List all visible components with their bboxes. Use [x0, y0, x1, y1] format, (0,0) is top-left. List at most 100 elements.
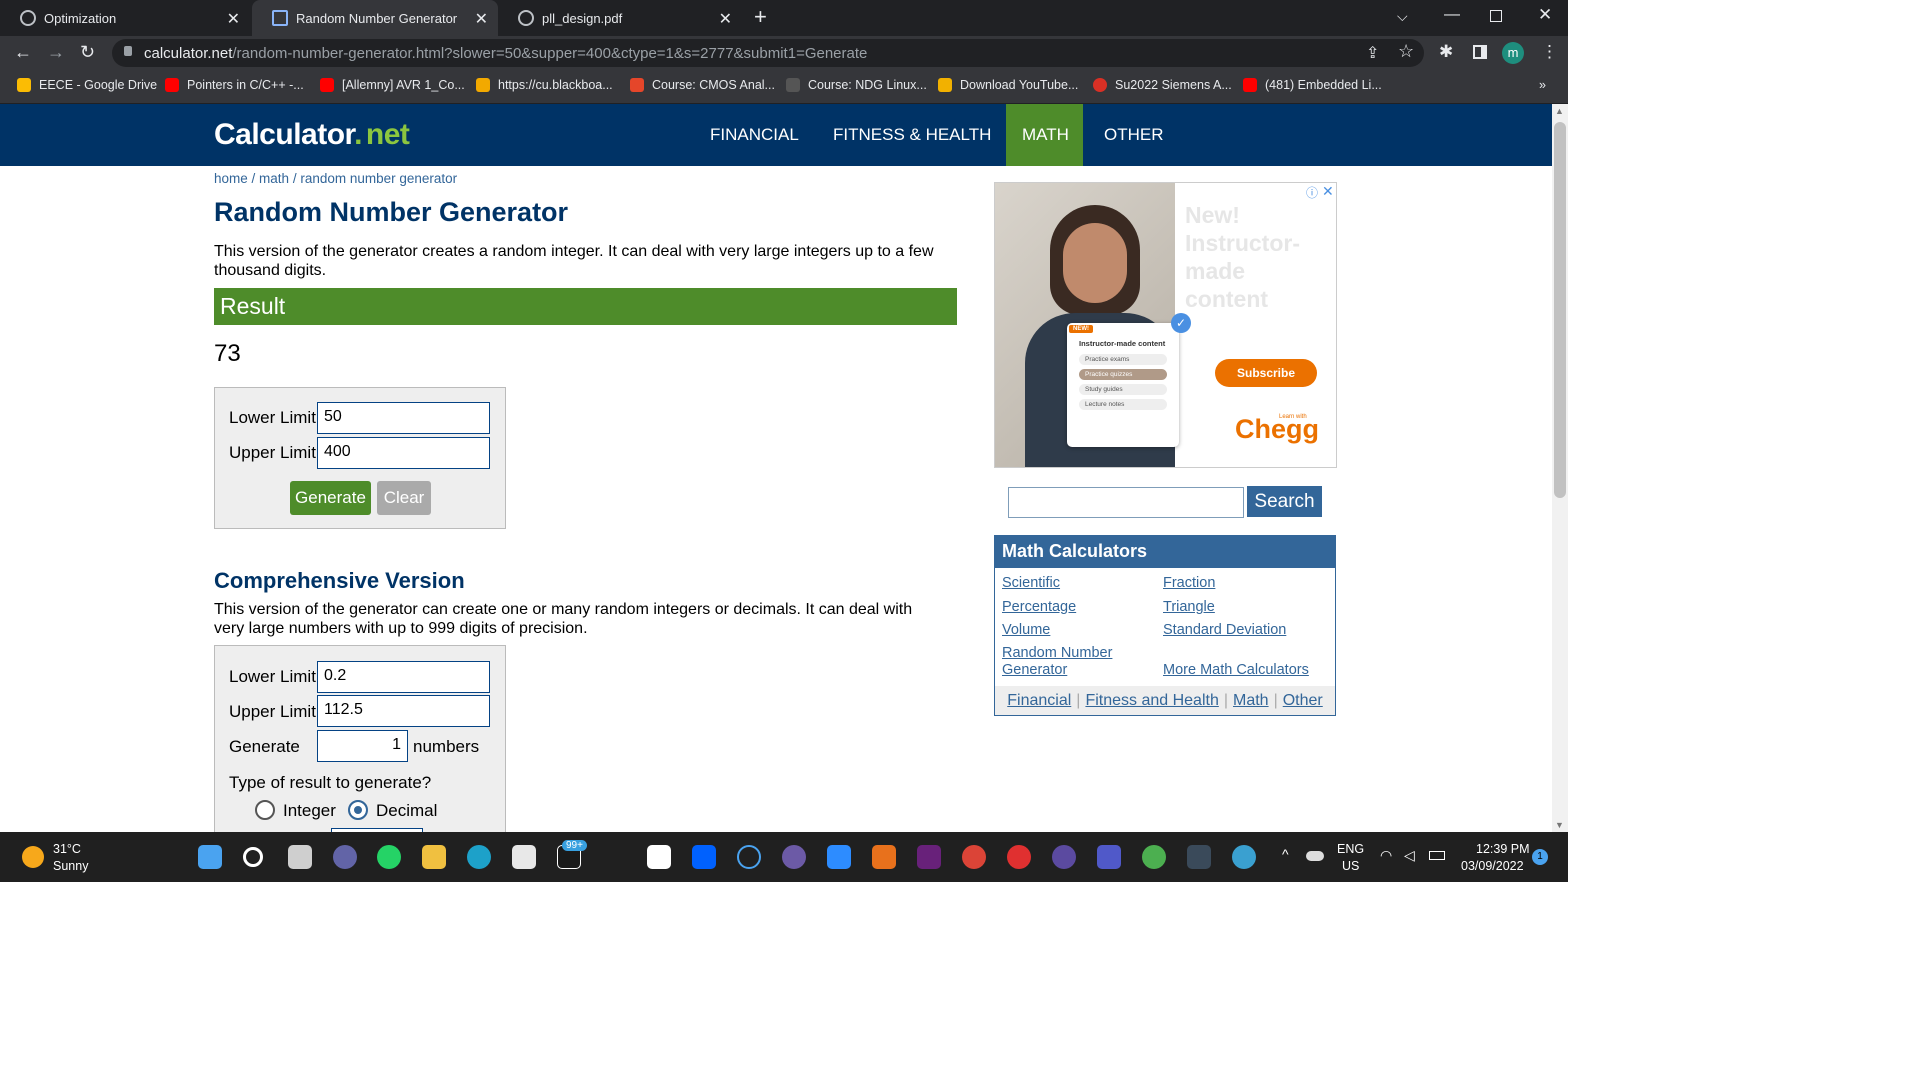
app-icon[interactable]	[782, 845, 806, 869]
ad-close-icon[interactable]: ✕	[1322, 183, 1334, 200]
app-icon[interactable]	[1187, 845, 1211, 869]
new-tab-button[interactable]: +	[754, 4, 767, 30]
scrollbar-thumb[interactable]	[1554, 122, 1566, 498]
close-icon[interactable]: ✕	[227, 9, 240, 29]
chat-icon[interactable]	[333, 845, 357, 869]
infinity-icon[interactable]	[737, 845, 761, 869]
app-icon[interactable]	[1232, 845, 1256, 869]
region[interactable]: US	[1342, 859, 1359, 873]
sun-icon[interactable]	[22, 846, 44, 868]
ad-info-icon[interactable]: ⓘ	[1306, 184, 1318, 201]
link-volume[interactable]: Volume	[1002, 622, 1050, 639]
bookmark-item[interactable]: (481) Embedded Li...	[1243, 78, 1382, 92]
app-icon[interactable]	[1007, 845, 1031, 869]
bookmark-item[interactable]: [Allemny] AVR 1_Co...	[320, 78, 465, 92]
language[interactable]: ENG	[1337, 842, 1364, 856]
store-icon[interactable]	[512, 845, 536, 869]
share-icon[interactable]: ⇪	[1366, 43, 1379, 63]
comp-lower-limit-input[interactable]: 0.2	[317, 661, 490, 693]
link-more-math[interactable]: More Math Calculators	[1163, 662, 1309, 679]
zoom-icon[interactable]	[827, 845, 851, 869]
scroll-up-icon[interactable]: ▲	[1555, 106, 1564, 116]
close-icon[interactable]: ✕	[475, 9, 488, 29]
volume-icon[interactable]: ◁	[1404, 847, 1415, 864]
window-close-icon[interactable]: ✕	[1538, 5, 1552, 25]
integer-radio[interactable]	[255, 800, 275, 820]
bookmark-star-icon[interactable]: ☆	[1398, 41, 1414, 62]
dropbox-icon[interactable]	[692, 845, 716, 869]
tab-pll-design[interactable]: pll_design.pdf ✕	[498, 0, 742, 36]
side-panel-icon[interactable]	[1473, 45, 1487, 59]
link-standard-deviation[interactable]: Standard Deviation	[1163, 622, 1286, 639]
link-percentage[interactable]: Percentage	[1002, 599, 1076, 616]
comp-upper-limit-input[interactable]: 112.5	[317, 695, 490, 727]
bookmark-item[interactable]: Su2022 Siemens A...	[1093, 78, 1232, 92]
matlab-icon[interactable]	[872, 845, 896, 869]
whatsapp-icon[interactable]	[377, 845, 401, 869]
close-icon[interactable]: ✕	[719, 9, 732, 29]
footer-link-financial[interactable]: Financial	[1007, 692, 1071, 710]
link-fraction[interactable]: Fraction	[1163, 575, 1215, 592]
chrome-icon[interactable]	[962, 845, 986, 869]
battery-icon[interactable]	[1429, 851, 1445, 860]
lower-limit-input[interactable]: 50	[317, 402, 490, 434]
link-triangle[interactable]: Triangle	[1163, 599, 1215, 616]
bookmark-item[interactable]: Download YouTube...	[938, 78, 1078, 92]
forward-icon[interactable]: →	[47, 42, 65, 63]
count-input[interactable]: 1	[317, 730, 408, 762]
app-icon[interactable]	[1052, 845, 1076, 869]
address-bar[interactable]: calculator.net/random-number-generator.h…	[112, 39, 1424, 67]
minimize-icon[interactable]: —	[1444, 6, 1460, 24]
weather-text[interactable]: Sunny	[53, 859, 88, 873]
lock-icon[interactable]	[124, 46, 132, 56]
restore-icon[interactable]	[1490, 10, 1502, 22]
clear-button[interactable]: Clear	[377, 481, 431, 515]
search-button[interactable]: Search	[1247, 486, 1322, 517]
ad-banner[interactable]: New! Instructor- made content Instructor…	[994, 182, 1337, 468]
weather-temp[interactable]: 31°C	[53, 842, 81, 856]
menu-icon[interactable]: ⋮	[1541, 42, 1558, 62]
more-bookmarks-button[interactable]: »	[1539, 78, 1546, 92]
chrome-profile-icon[interactable]	[1142, 845, 1166, 869]
tab-search-icon[interactable]: ⌵	[1397, 8, 1408, 25]
clock-date[interactable]: 03/09/2022	[1461, 859, 1524, 873]
bookmark-item[interactable]: https://cu.blackboa...	[476, 78, 613, 92]
amazon-icon[interactable]	[647, 845, 671, 869]
visual-studio-icon[interactable]	[917, 845, 941, 869]
task-view-icon[interactable]	[288, 845, 312, 869]
footer-link-math[interactable]: Math	[1233, 692, 1269, 710]
nav-math[interactable]: MATH	[1006, 104, 1083, 166]
tray-chevron-icon[interactable]: ^	[1282, 846, 1289, 862]
bookmark-item[interactable]: EECE - Google Drive	[17, 78, 157, 92]
breadcrumb-home[interactable]: home	[214, 171, 248, 186]
edge-icon[interactable]	[467, 845, 491, 869]
footer-link-fitness[interactable]: Fitness and Health	[1085, 692, 1218, 710]
ad-subscribe-button[interactable]: Subscribe	[1215, 359, 1317, 387]
reload-icon[interactable]: ↻	[80, 42, 95, 63]
tab-optimization[interactable]: Optimization ✕	[0, 0, 250, 36]
upper-limit-input[interactable]: 400	[317, 437, 490, 469]
file-explorer-icon[interactable]	[422, 845, 446, 869]
footer-link-other[interactable]: Other	[1283, 692, 1323, 710]
scroll-down-icon[interactable]: ▼	[1555, 820, 1564, 830]
site-logo[interactable]: Calculator. net	[214, 118, 410, 152]
generate-button[interactable]: Generate	[290, 481, 371, 515]
site-search-input[interactable]	[1008, 487, 1244, 518]
link-random-number-generator[interactable]: Random Number Generator	[1002, 645, 1122, 679]
bookmark-item[interactable]: Pointers in C/C++ -...	[165, 78, 304, 92]
breadcrumb-current[interactable]: random number generator	[300, 171, 457, 186]
cloud-icon[interactable]	[1306, 851, 1324, 861]
search-icon[interactable]	[243, 847, 263, 867]
decimal-radio[interactable]	[348, 800, 368, 820]
nav-other[interactable]: OTHER	[1088, 104, 1180, 166]
nav-fitness-health[interactable]: FITNESS & HEALTH	[817, 104, 1007, 166]
teams-icon[interactable]	[1097, 845, 1121, 869]
windows-start-icon[interactable]	[198, 845, 222, 869]
clock-time[interactable]: 12:39 PM	[1476, 842, 1530, 856]
link-scientific[interactable]: Scientific	[1002, 575, 1060, 592]
tab-random-number-generator[interactable]: Random Number Generator ✕	[252, 0, 498, 36]
nav-financial[interactable]: FINANCIAL	[694, 104, 815, 166]
bookmark-item[interactable]: Course: CMOS Anal...	[630, 78, 775, 92]
profile-avatar[interactable]: m	[1502, 42, 1524, 64]
back-icon[interactable]: ←	[14, 42, 32, 63]
